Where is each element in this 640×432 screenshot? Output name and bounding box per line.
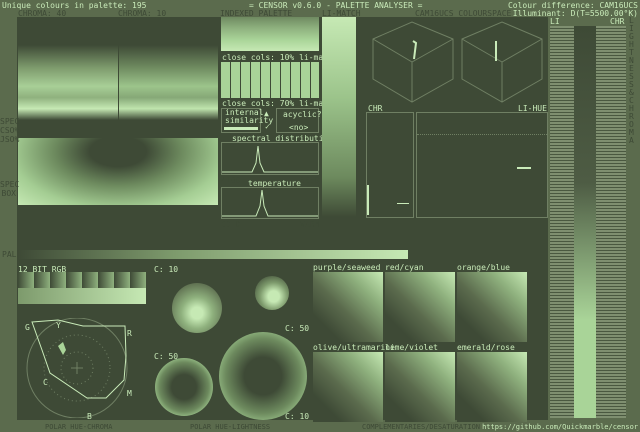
chr-bars-label: CHR <box>610 17 624 26</box>
indexed-palette-swatches[interactable] <box>221 17 319 51</box>
spectral-plot <box>221 142 319 175</box>
comp-tile-label: olive/ultramarine <box>313 343 395 352</box>
close-cols-10-swatches <box>221 62 319 98</box>
internal-similarity-label: internal similarity <box>225 109 259 125</box>
li-bars <box>550 26 574 418</box>
comp-tile-orange-blue <box>457 272 527 342</box>
spectrum-box-plot <box>18 138 218 205</box>
chroma40-plot <box>18 45 118 120</box>
colourspace-plot <box>370 17 546 107</box>
polar-hue-chroma-title: POLAR HUE-CHROMA <box>45 423 112 432</box>
comp-tile-label: emerald/rose <box>457 343 515 352</box>
lightness-disc-c10b-small <box>255 276 289 310</box>
warm-label: WARM <box>300 220 319 229</box>
github-link[interactable]: https://github.com/Quickmarble/censor <box>482 423 638 432</box>
spec-min: 4100 <box>221 176 240 185</box>
polar-hue-lightness-title: POLAR HUE-LIGHTNESS <box>190 423 270 432</box>
internal-similarity-box: internal similarity <box>221 108 261 133</box>
polar-label-b: B <box>87 412 92 421</box>
similarity-bar <box>224 127 258 130</box>
cold-label: COLD <box>221 220 240 229</box>
c10-label-a: C: 10 <box>154 265 178 274</box>
li-hue-plot <box>416 112 548 218</box>
polar-label-y: Y <box>56 321 61 330</box>
close-cols-10-label: close cols: 10% li-match <box>222 53 338 62</box>
polar-label-g: G <box>25 323 30 332</box>
lightness-disc-c10a <box>172 283 222 333</box>
comp-tile-red-cyan <box>385 272 455 342</box>
chr-bars <box>596 26 626 418</box>
acyclic-box: acyclic? <no> <box>276 108 319 133</box>
acyclic-value: <no> <box>289 123 308 132</box>
comp-tile-emerald-rose <box>457 352 527 422</box>
comp-tile-olive-ultramarine <box>313 352 383 422</box>
lightness-chroma-vertical-label: LIGHTNESS & CHROMA <box>629 17 637 145</box>
lightness-disc-c50b <box>219 332 307 420</box>
rgb-cube-bottom <box>18 288 146 304</box>
c50-label-b: C: 50 <box>285 324 309 333</box>
polar-hue-chroma-plot <box>25 318 135 418</box>
li-match-gradient <box>322 17 356 217</box>
triangle-icon: ▲ <box>264 109 269 118</box>
rgb-cube-top <box>18 272 146 288</box>
spec-max: 6650 <box>300 176 319 185</box>
polar-label-c: C <box>43 378 48 387</box>
comp-tile-label: purple/seaweed <box>313 263 380 272</box>
close-cols-70-label: close cols: 70% li-match <box>222 99 338 108</box>
li-bars-fill <box>574 26 596 418</box>
li-bars-label: LI <box>550 17 560 26</box>
complementaries-title: COMPLEMENTARIES/DESATURATION <box>362 423 480 432</box>
pal-label: PAL <box>2 250 16 259</box>
comp-tile-purple-seaweed <box>313 272 383 342</box>
comp-tile-label: orange/blue <box>457 263 510 272</box>
polar-label-m: M <box>127 389 132 398</box>
chr-plot <box>366 112 414 218</box>
acyclic-label: acyclic? <box>283 110 322 119</box>
lightness-disc-c50a <box>155 358 213 416</box>
temperature-plot <box>221 187 319 219</box>
chroma10-plot <box>119 45 218 120</box>
polar-label-r: R <box>127 329 132 338</box>
palette-bar[interactable] <box>18 250 408 259</box>
spec-box-label: SPEC BOX <box>0 180 16 198</box>
check-icon: ✓ <box>265 122 270 131</box>
comp-tile-lime-violet <box>385 352 455 422</box>
spec-csox-label: SPEC CSO% JSO% <box>0 117 16 144</box>
comp-tile-label: lime/violet <box>385 343 438 352</box>
c10-label-b: C: 10 <box>285 412 309 421</box>
comp-tile-label: red/cyan <box>385 263 424 272</box>
